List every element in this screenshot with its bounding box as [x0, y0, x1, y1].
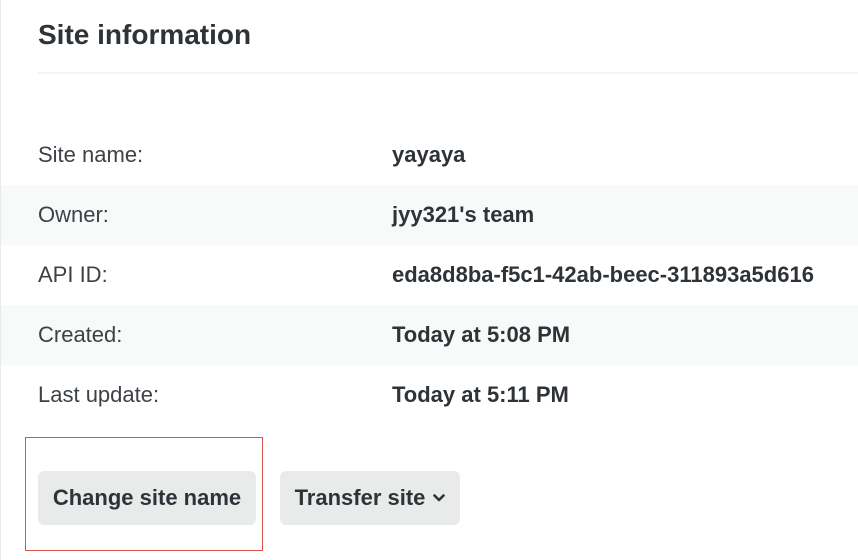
info-row-api-id: API ID: eda8d8ba-f5c1-42ab-beec-311893a5…: [1, 245, 858, 305]
transfer-site-label: Transfer site: [294, 485, 426, 510]
transfer-site-button[interactable]: Transfer site: [280, 471, 460, 525]
info-row-owner: Owner: jyy321's team: [1, 185, 858, 245]
section-title: Site information: [38, 19, 252, 50]
chevron-down-icon: [433, 494, 446, 502]
info-row-last-update: Last update: Today at 5:11 PM: [1, 365, 858, 425]
info-value: eda8d8ba-f5c1-42ab-beec-311893a5d616: [392, 262, 814, 287]
info-value: yayaya: [392, 142, 466, 167]
info-label: Created:: [38, 322, 123, 347]
info-label: Site name:: [38, 142, 144, 167]
change-site-name-button[interactable]: Change site name: [38, 471, 256, 525]
site-info-table: Site name: yayaya Owner: jyy321's team A…: [1, 125, 858, 425]
title-divider: [38, 72, 858, 74]
site-information-card: Site information Site name: yayaya Owner…: [0, 0, 858, 560]
info-value: jyy321's team: [392, 202, 535, 227]
info-label: Last update:: [38, 382, 160, 407]
info-row-site-name: Site name: yayaya: [1, 125, 858, 185]
info-value: Today at 5:11 PM: [392, 382, 569, 407]
info-value: Today at 5:08 PM: [392, 322, 571, 347]
info-row-created: Created: Today at 5:08 PM: [1, 305, 858, 365]
info-label: Owner:: [38, 202, 109, 227]
change-site-name-label: Change site name: [52, 485, 242, 510]
info-label: API ID:: [38, 262, 108, 287]
